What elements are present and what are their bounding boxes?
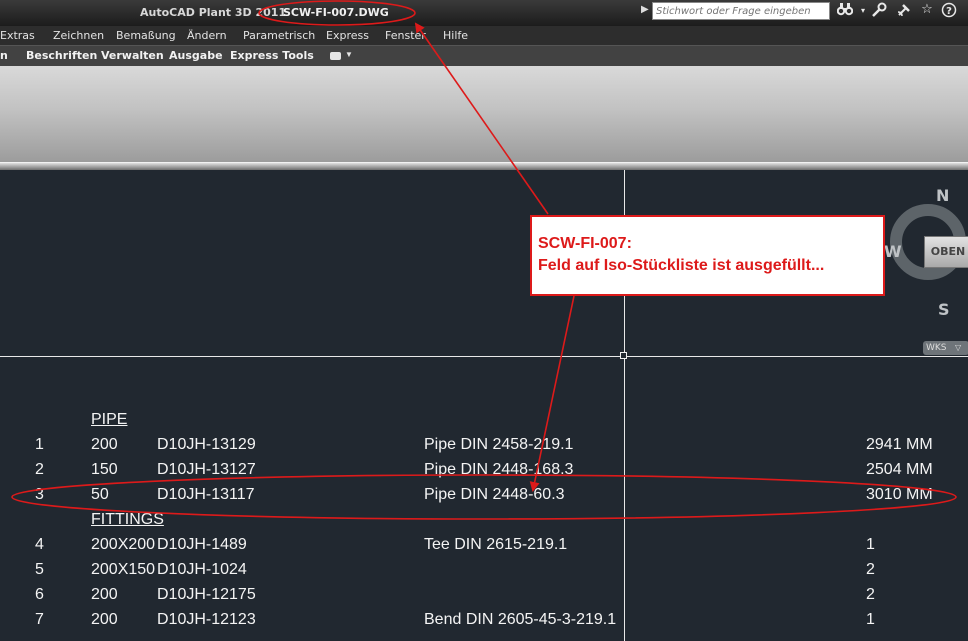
bom-size: 200 bbox=[91, 586, 118, 603]
bom-qty: 1 bbox=[866, 611, 875, 628]
bom-section-pipe: PIPE bbox=[91, 411, 128, 428]
bom-code: D10JH-12175 bbox=[157, 586, 256, 603]
search-input[interactable] bbox=[652, 2, 830, 20]
bom-desc: Pipe DIN 2458-219.1 bbox=[424, 436, 574, 453]
menu-item-zeichnen[interactable]: Zeichnen bbox=[53, 29, 104, 42]
bom-pos: 3 bbox=[35, 486, 44, 503]
svg-text:?: ? bbox=[946, 6, 952, 17]
menu-item-extras[interactable]: Extras bbox=[0, 29, 35, 42]
bom-pos: 6 bbox=[35, 586, 44, 603]
bom-size: 200X150 bbox=[91, 561, 156, 578]
tab-beschriften[interactable]: Beschriften bbox=[26, 49, 97, 62]
bom-qty: 2504 MM bbox=[866, 461, 933, 478]
bom-pos: 2 bbox=[35, 461, 44, 478]
tab-express-tools[interactable]: Express Tools bbox=[230, 49, 314, 62]
bom-desc: Tee DIN 2615-219.1 bbox=[424, 536, 568, 553]
tab-verwalten[interactable]: Verwalten bbox=[101, 49, 164, 62]
menu-item-aendern[interactable]: Ändern bbox=[187, 29, 227, 42]
bom-desc: Pipe DIN 2448-168.3 bbox=[424, 461, 574, 478]
menu-item-hilfe[interactable]: Hilfe bbox=[443, 29, 468, 42]
crosshair-horizontal bbox=[0, 356, 968, 357]
title-bar: AutoCAD Plant 3D 2011 SCW-FI-007.DWG ▶ ▾… bbox=[0, 0, 968, 26]
menu-item-express[interactable]: Express bbox=[326, 29, 369, 42]
file-name-title: SCW-FI-007.DWG bbox=[283, 6, 389, 19]
ribbon-panel bbox=[0, 66, 968, 162]
bom-qty: 1 bbox=[866, 536, 875, 553]
bom-pos: 4 bbox=[35, 536, 44, 553]
bom-pos: 5 bbox=[35, 561, 44, 578]
bom-desc: Bend DIN 2605-45-3-219.1 bbox=[424, 611, 617, 628]
chevron-down-icon: ▽ bbox=[955, 343, 962, 352]
bom-code: D10JH-13117 bbox=[157, 486, 255, 503]
bom-size: 200 bbox=[91, 436, 118, 453]
menu-item-bemassung[interactable]: Bemaßung bbox=[116, 29, 176, 42]
wcs-label: WKS bbox=[926, 343, 947, 353]
wcs-menu[interactable]: WKS ▽ bbox=[923, 341, 968, 355]
bom-pos: 7 bbox=[35, 611, 44, 628]
bom-code: D10JH-1489 bbox=[157, 536, 247, 553]
menu-item-parametrisch[interactable]: Parametrisch bbox=[243, 29, 315, 42]
satellite-icon[interactable] bbox=[895, 2, 913, 22]
bom-code: D10JH-13127 bbox=[157, 461, 256, 478]
compass-south[interactable]: S bbox=[938, 300, 950, 319]
bom-size: 150 bbox=[91, 461, 118, 478]
compass-north[interactable]: N bbox=[936, 186, 949, 205]
bom-qty: 3010 MM bbox=[866, 486, 933, 503]
compass-west[interactable]: W bbox=[884, 242, 902, 261]
bom-code: D10JH-13129 bbox=[157, 436, 256, 453]
ribbon-toggle-icon[interactable]: ▼ bbox=[330, 50, 356, 62]
viewcube-face-top[interactable]: OBEN bbox=[924, 236, 968, 268]
bom-desc: Pipe DIN 2448-60.3 bbox=[424, 486, 565, 503]
menu-item-fenster[interactable]: Fenster bbox=[385, 29, 426, 42]
callout-title: SCW-FI-007: bbox=[538, 235, 632, 252]
binoculars-icon[interactable] bbox=[836, 2, 854, 20]
menu-bar: Extras Zeichnen Bemaßung Ändern Parametr… bbox=[0, 26, 968, 45]
play-arrow-icon[interactable]: ▶ bbox=[641, 4, 649, 15]
tab-ausgabe[interactable]: Ausgabe bbox=[169, 49, 223, 62]
ribbon-tab-bar: n Beschriften Verwalten Ausgabe Express … bbox=[0, 45, 968, 67]
annotation-callout: SCW-FI-007: Feld auf Iso-Stückliste ist … bbox=[530, 215, 885, 296]
bom-size: 50 bbox=[91, 486, 109, 503]
callout-text: Feld auf Iso-Stückliste ist ausgefüllt..… bbox=[538, 257, 825, 274]
bom-code: D10JH-12123 bbox=[157, 611, 256, 628]
app-title: AutoCAD Plant 3D 2011 bbox=[140, 6, 287, 19]
bom-qty: 2941 MM bbox=[866, 436, 933, 453]
bom-section-fittings: FITTINGS bbox=[91, 511, 164, 528]
tab-partial[interactable]: n bbox=[0, 49, 8, 62]
tools-icon[interactable] bbox=[870, 2, 888, 22]
viewcube[interactable]: N S W OBEN WKS ▽ bbox=[884, 186, 968, 355]
bom-size: 200 bbox=[91, 611, 118, 628]
star-icon[interactable]: ☆ bbox=[918, 2, 936, 17]
bom-qty: 2 bbox=[866, 586, 875, 603]
bom-qty: 2 bbox=[866, 561, 875, 578]
bom-pos: 1 bbox=[35, 436, 44, 453]
bom-code: D10JH-1024 bbox=[157, 561, 247, 578]
crosshair-pickbox bbox=[620, 352, 627, 359]
help-icon[interactable]: ? bbox=[940, 2, 958, 22]
bom-size: 200X200 bbox=[91, 536, 156, 553]
